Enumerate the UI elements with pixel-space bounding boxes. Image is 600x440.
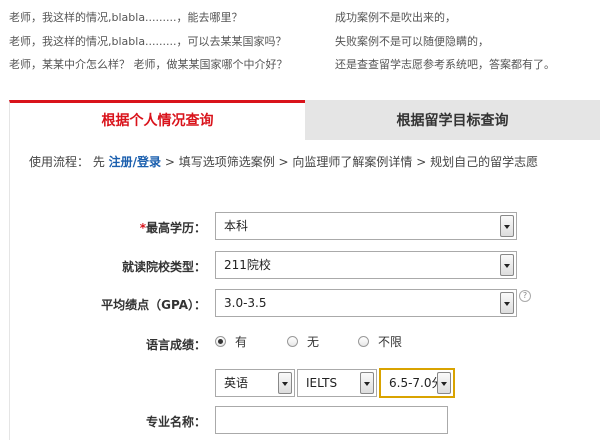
language-label: 语言成绩： <box>145 338 206 352</box>
radio-label: 无 <box>307 335 320 349</box>
gpa-label: 平均绩点（GPA）： <box>101 298 206 312</box>
radio-unchecked-icon[interactable] <box>358 336 369 347</box>
education-select[interactable]: 本科 <box>215 212 517 240</box>
radio-label: 有 <box>235 335 248 349</box>
intro-question-1: 老师，我这样的情况,blabla.........，能去哪里？ <box>9 11 243 24</box>
education-label: *最高学历： <box>80 219 206 236</box>
usage-flow: 使用流程： 先 注册/登录 > 填写选项筛选案例 > 向监理师了解案例详情 > … <box>29 153 538 170</box>
major-input[interactable] <box>215 406 448 434</box>
intro-question-2: 老师，我这样的情况,blabla.........，可以去某某国家吗？ <box>9 35 287 48</box>
chevron-down-icon[interactable] <box>360 372 374 394</box>
chevron-down-icon[interactable] <box>278 372 292 394</box>
education-value: 本科 <box>224 219 249 233</box>
intro-question-3: 老师，某某中介怎么样？ 老师，做某某国家哪个中介好？ <box>9 58 288 71</box>
search-tabs: 根据个人情况查询 根据留学目标查询 <box>9 100 600 140</box>
register-login-link[interactable]: 注册/登录 <box>109 155 161 169</box>
major-label: 专业名称： <box>145 415 206 429</box>
chevron-down-icon[interactable] <box>500 292 514 314</box>
intro-answer-1: 成功案例不是吹出来的， <box>335 11 456 24</box>
education-label-text: 最高学历： <box>145 221 206 235</box>
school-type-value: 211院校 <box>224 258 271 272</box>
score-select[interactable]: 6.5-7.0分 <box>379 368 455 398</box>
language-type-value: 英语 <box>224 376 249 390</box>
tab-personal-situation[interactable]: 根据个人情况查询 <box>9 100 305 140</box>
intro-answer-3: 还是查查留学志愿参考系统吧，答案都有了。 <box>335 58 555 71</box>
radio-unchecked-icon[interactable] <box>287 336 298 347</box>
school-type-label: 就读院校类型： <box>121 260 206 274</box>
test-type-select[interactable]: IELTS <box>297 369 377 397</box>
chevron-down-icon[interactable] <box>437 372 451 394</box>
chevron-down-icon[interactable] <box>500 215 514 237</box>
radio-label: 不限 <box>378 335 403 349</box>
chevron-down-icon[interactable] <box>500 254 514 276</box>
help-icon[interactable]: ? <box>519 290 531 302</box>
intro-answer-2: 失败案例不是可以随便隐瞒的， <box>335 35 489 48</box>
tab-study-abroad-goal[interactable]: 根据留学目标查询 <box>305 100 600 140</box>
intro-section: 老师，我这样的情况,blabla.........，能去哪里？ 老师，我这样的情… <box>0 0 600 90</box>
test-type-value: IELTS <box>306 376 338 390</box>
radio-checked-icon[interactable] <box>215 336 226 347</box>
gpa-value: 3.0-3.5 <box>224 296 267 310</box>
gpa-select[interactable]: 3.0-3.5 <box>215 289 517 317</box>
flow-steps: > 填写选项筛选案例 > 向监理师了解案例详情 > 规划自己的留学志愿 <box>161 155 539 169</box>
language-type-select[interactable]: 英语 <box>215 369 295 397</box>
score-value: 6.5-7.0分 <box>389 376 439 390</box>
school-type-select[interactable]: 211院校 <box>215 251 517 279</box>
flow-prefix: 使用流程： 先 <box>29 155 109 169</box>
